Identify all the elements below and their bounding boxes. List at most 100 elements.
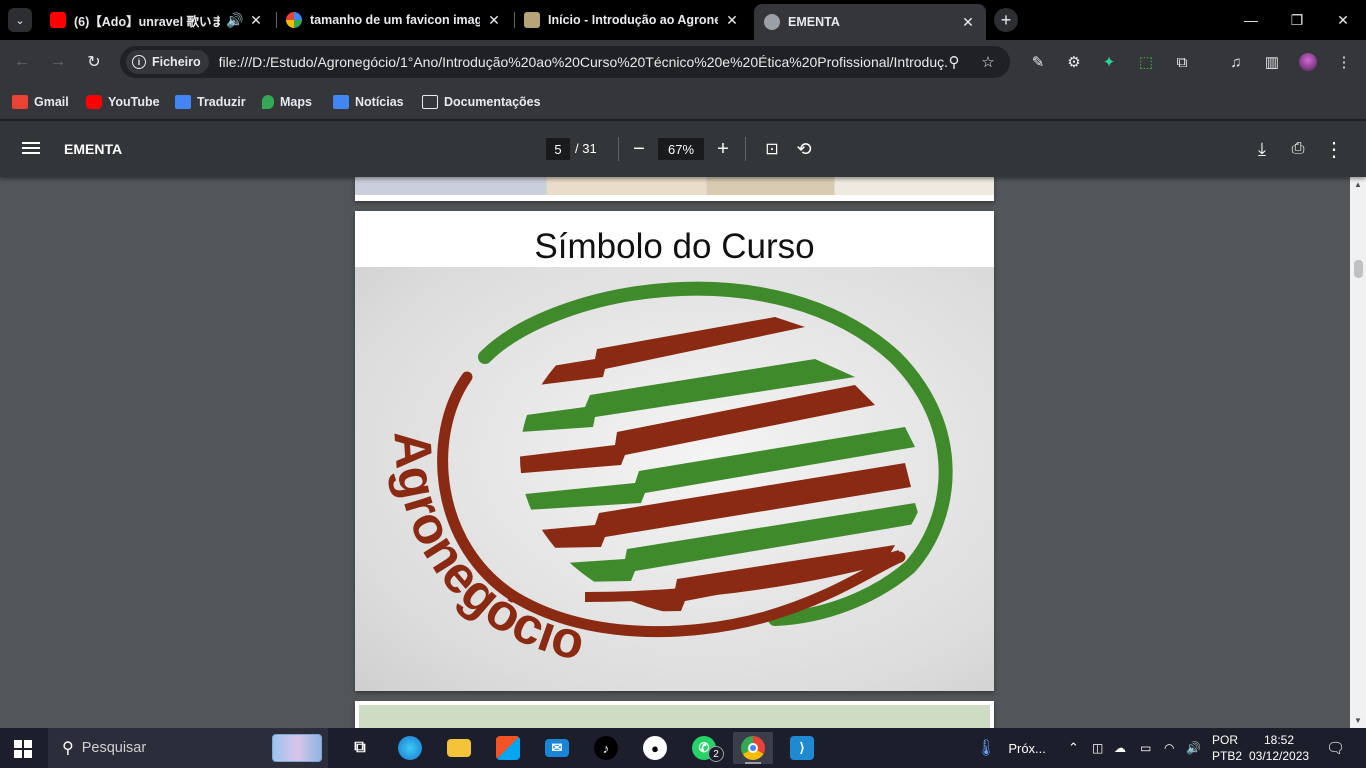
windows-taskbar: ⚲ Pesquisar ⧉ ✉ ♪ ● ✆ 2 ⟩ 🌡 Próx... ⌃ ◫ … (0, 728, 1366, 768)
print-icon[interactable]: ⎙ (1286, 137, 1310, 161)
forward-button[interactable]: → (46, 50, 70, 74)
puzzle-icon[interactable]: ⧉ (1172, 52, 1192, 72)
page-total: / 31 (575, 141, 597, 156)
wifi-icon[interactable]: ◠ (1164, 728, 1174, 768)
bookmark-noticias[interactable]: Notícias (333, 92, 404, 112)
chrome-icon[interactable] (733, 732, 773, 764)
language-indicator[interactable]: POR PTB2 (1212, 732, 1242, 764)
bookmark-gmail[interactable]: Gmail (12, 92, 69, 112)
tab-search-button[interactable]: ⌄ (8, 8, 32, 32)
star-icon[interactable]: ☆ (980, 54, 996, 71)
address-bar[interactable]: i Ficheiro file:///D:/Estudo/Agronegócio… (120, 46, 1010, 78)
pdf-viewer[interactable]: Símbolo do Curso Agronegócio ▲ ▼ (0, 177, 1366, 728)
bookmark-youtube[interactable]: YouTube (86, 92, 160, 112)
scroll-up-icon[interactable]: ▲ (1353, 180, 1363, 189)
vscode-icon[interactable]: ⟩ (782, 732, 822, 764)
camera-icon[interactable]: ◫ (1092, 728, 1103, 768)
tab-title: Início - Introdução ao Agronegócio (548, 13, 718, 27)
tab-strip: ⌄ (6)【Ado】unravel 歌いました 🔊 ✕ tamanho de u… (0, 0, 1366, 40)
tab-agronegocio[interactable]: Início - Introdução ao Agronegócio ✕ (514, 4, 750, 36)
more-menu-icon[interactable]: ⋮ (1334, 52, 1354, 72)
extension-icon[interactable]: ✦ (1099, 52, 1119, 72)
close-icon[interactable]: ✕ (960, 14, 976, 31)
rotate-icon[interactable]: ⟲ (792, 137, 816, 161)
pdf-page-previous (355, 177, 994, 201)
clock-date: 03/12/2023 (1249, 749, 1310, 763)
reload-button[interactable]: ↻ (82, 50, 106, 74)
globe-icon (764, 14, 780, 30)
download-icon[interactable]: ⤓ (1250, 137, 1274, 161)
close-icon[interactable]: ✕ (724, 12, 740, 29)
zoom-out-button[interactable]: − (627, 137, 651, 161)
new-tab-button[interactable]: + (994, 8, 1018, 32)
whatsapp-icon[interactable]: ✆ 2 (684, 732, 724, 764)
mail-icon[interactable]: ✉ (537, 732, 577, 764)
browser-toolbar: ← → ↻ i Ficheiro file:///D:/Estudo/Agron… (0, 40, 1366, 84)
news-icon (333, 95, 349, 109)
notification-badge: 2 (708, 746, 724, 762)
notification-center-icon[interactable]: 🗨 (1326, 728, 1345, 768)
close-window-button[interactable]: ✕ (1320, 0, 1366, 40)
volume-icon[interactable]: 🔊 (1186, 728, 1201, 768)
onedrive-icon[interactable]: ☁ (1114, 728, 1126, 768)
more-options-icon[interactable]: ⋮ (1322, 137, 1346, 161)
bookmark-label: Documentações (444, 95, 541, 109)
tab-youtube[interactable]: (6)【Ado】unravel 歌いました 🔊 ✕ (40, 4, 274, 36)
page-number-input[interactable]: 5 (546, 138, 570, 160)
avatar[interactable] (1298, 52, 1318, 72)
bookmark-label: Maps (280, 95, 312, 109)
scroll-down-icon[interactable]: ▼ (1353, 716, 1363, 725)
taskbar-search[interactable]: ⚲ Pesquisar (48, 728, 328, 768)
gmail-icon (12, 95, 28, 109)
menu-icon[interactable] (22, 139, 42, 159)
edge-icon[interactable] (390, 732, 430, 764)
thermometer-icon: 🌡 (976, 740, 997, 757)
github-icon[interactable]: ● (635, 732, 675, 764)
url-text[interactable]: file:///D:/Estudo/Agronegócio/1°Ano/Intr… (219, 54, 949, 70)
media-icon[interactable]: ♫ (1226, 52, 1246, 72)
minimize-button[interactable]: — (1228, 0, 1274, 40)
side-panel-icon[interactable]: ▥ (1262, 52, 1282, 72)
agro-icon (524, 12, 540, 28)
vertical-scrollbar[interactable]: ▲ ▼ (1350, 177, 1366, 728)
bookmark-traduzir[interactable]: Traduzir (175, 92, 246, 112)
speaker-icon[interactable]: 🔊 (226, 12, 243, 29)
info-icon: i (132, 55, 146, 69)
pdf-toolbar: EMENTA 5 / 31 − 67% + ⊡ ⟲ ⤓ ⎙ ⋮ (0, 121, 1366, 177)
translate-icon (175, 95, 191, 109)
file-explorer-icon[interactable] (439, 732, 479, 764)
page-heading: Símbolo do Curso (534, 227, 815, 266)
clock[interactable]: 18:52 03/12/2023 (1249, 732, 1309, 764)
tab-google-favicon[interactable]: tamanho de um favicon image ✕ (276, 4, 512, 36)
bookmark-maps[interactable]: Maps (262, 92, 312, 112)
tray-overflow-icon[interactable]: ⌃ (1068, 728, 1079, 768)
agronegocio-logo: Agronegócio (382, 281, 953, 672)
eyedropper-icon[interactable]: ✎ (1028, 52, 1048, 72)
search-highlight-image (272, 734, 322, 762)
close-icon[interactable]: ✕ (486, 12, 502, 29)
tab-ementa[interactable]: EMENTA ✕ (754, 4, 986, 40)
windows-start-icon[interactable] (14, 740, 32, 758)
bookmark-label: YouTube (108, 95, 160, 109)
restore-button[interactable]: ❐ (1274, 0, 1320, 40)
tab-title: tamanho de um favicon image (310, 13, 480, 27)
battery-icon[interactable]: ▭ (1140, 728, 1151, 768)
tiktok-icon[interactable]: ♪ (586, 732, 626, 764)
chip-label: Ficheiro (152, 55, 201, 69)
store-icon[interactable] (488, 732, 528, 764)
fit-page-icon[interactable]: ⊡ (760, 137, 784, 161)
course-logo: Agronegócio (355, 267, 994, 691)
screenshot-icon[interactable]: ⬚ (1136, 52, 1156, 72)
zoom-in-button[interactable]: + (711, 137, 735, 161)
scroll-thumb[interactable] (1354, 260, 1363, 278)
search-icon[interactable]: ⚲ (946, 54, 962, 71)
gear-icon[interactable]: ⚙ (1064, 52, 1084, 72)
back-button[interactable]: ← (10, 50, 34, 74)
bookmark-documentacoes[interactable]: Documentações (422, 92, 541, 112)
site-info-chip[interactable]: i Ficheiro (126, 50, 209, 74)
weather-widget[interactable]: 🌡 Próx... (976, 728, 1046, 768)
close-icon[interactable]: ✕ (248, 12, 264, 29)
task-view-icon[interactable]: ⧉ (340, 732, 380, 764)
zoom-input[interactable]: 67% (658, 138, 704, 160)
bookmark-label: Gmail (34, 95, 69, 109)
